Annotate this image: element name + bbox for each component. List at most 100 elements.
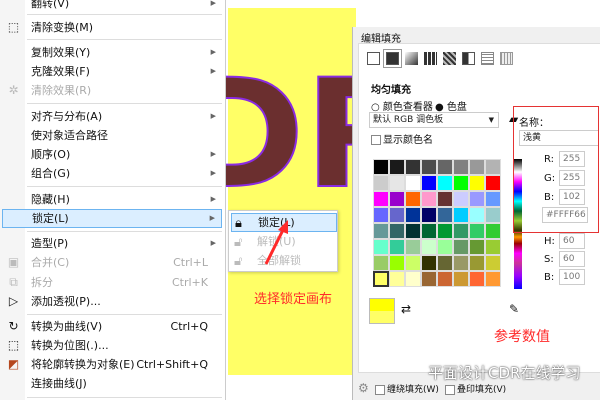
palette-swatch[interactable] bbox=[421, 159, 437, 175]
uniform-fill-icon[interactable] bbox=[383, 49, 402, 68]
palette-swatch[interactable] bbox=[405, 255, 421, 271]
palette-swatch[interactable] bbox=[405, 175, 421, 191]
palette-swatch[interactable] bbox=[485, 223, 501, 239]
menu-item[interactable]: 顺序(O) ▶ bbox=[2, 145, 222, 164]
palette-swatch[interactable] bbox=[421, 255, 437, 271]
palette-swatch[interactable] bbox=[485, 239, 501, 255]
palette-swatch[interactable] bbox=[453, 223, 469, 239]
palette-swatch[interactable] bbox=[485, 191, 501, 207]
palette-swatch[interactable] bbox=[485, 255, 501, 271]
palette-swatch[interactable] bbox=[453, 239, 469, 255]
palette-swatch[interactable] bbox=[405, 191, 421, 207]
palette-swatch[interactable] bbox=[373, 175, 389, 191]
menu-item[interactable]: 造型(P) ▶ bbox=[2, 234, 222, 253]
eyedropper-icon[interactable]: ✎ bbox=[509, 302, 519, 316]
bitmap-pattern-icon[interactable] bbox=[443, 52, 456, 65]
swap-icon[interactable]: ⇄ bbox=[401, 302, 411, 316]
radio-palette[interactable]: ● 色盘 bbox=[435, 98, 467, 113]
palette-swatch[interactable] bbox=[405, 159, 421, 175]
menu-item[interactable]: ⧉ 拆分 Ctrl+K bbox=[2, 273, 222, 292]
palette-swatch[interactable] bbox=[405, 207, 421, 223]
settings-icon[interactable]: ⚙ bbox=[358, 381, 369, 395]
palette-swatch[interactable] bbox=[437, 159, 453, 175]
palette-swatch[interactable] bbox=[389, 239, 405, 255]
menu-item[interactable]: 隐藏(H) ▶ bbox=[2, 190, 222, 209]
palette-swatch[interactable] bbox=[373, 191, 389, 207]
no-fill-icon[interactable] bbox=[367, 52, 380, 65]
palette-swatch[interactable] bbox=[437, 191, 453, 207]
palette-swatch[interactable] bbox=[405, 223, 421, 239]
menu-item[interactable]: 对齐与分布(A) ▶ bbox=[2, 107, 222, 126]
palette-swatch[interactable] bbox=[453, 271, 469, 287]
palette-swatch[interactable] bbox=[373, 159, 389, 175]
menu-item[interactable]: 使对象适合路径 bbox=[2, 126, 222, 145]
palette-swatch[interactable] bbox=[437, 239, 453, 255]
palette-swatch[interactable] bbox=[389, 175, 405, 191]
palette-swatch[interactable] bbox=[485, 175, 501, 191]
palette-swatch[interactable] bbox=[373, 239, 389, 255]
palette-swatch[interactable] bbox=[469, 159, 485, 175]
palette-swatch[interactable] bbox=[421, 223, 437, 239]
palette-swatch[interactable] bbox=[373, 223, 389, 239]
palette-swatch[interactable] bbox=[373, 207, 389, 223]
palette-swatch[interactable] bbox=[469, 223, 485, 239]
palette-swatch[interactable] bbox=[421, 191, 437, 207]
menu-item[interactable]: 克隆效果(F) ▶ bbox=[2, 62, 222, 81]
show-names-checkbox[interactable]: 显示颜色名 bbox=[371, 131, 433, 146]
palette-swatch[interactable] bbox=[421, 175, 437, 191]
palette-swatch[interactable] bbox=[373, 271, 389, 287]
palette-swatch[interactable] bbox=[469, 175, 485, 191]
menu-item[interactable]: ⬚ 清除变换(M) bbox=[2, 18, 222, 37]
palette-swatch[interactable] bbox=[469, 255, 485, 271]
brightness-field[interactable]: 100 bbox=[559, 269, 585, 285]
palette-swatch[interactable] bbox=[389, 207, 405, 223]
palette-swatch[interactable] bbox=[389, 271, 405, 287]
winding-fill-checkbox[interactable]: 缠绕填充(W) bbox=[375, 382, 439, 395]
overprint-fill-checkbox[interactable]: 叠印填充(V) bbox=[445, 382, 506, 395]
palette-swatch[interactable] bbox=[421, 271, 437, 287]
palette-swatch[interactable] bbox=[373, 255, 389, 271]
menu-item[interactable]: ⬚ 转换为位图(.)... bbox=[2, 336, 222, 355]
menu-item[interactable]: ◩ 将轮廓转换为对象(E) Ctrl+Shift+Q bbox=[2, 355, 222, 374]
yellow-page[interactable]: DR 选择锁定画布 bbox=[179, 8, 421, 375]
menu-item[interactable]: 连接曲线(J) bbox=[2, 374, 222, 393]
palette-swatch[interactable] bbox=[485, 271, 501, 287]
palette-swatch[interactable] bbox=[453, 255, 469, 271]
palette-swatch[interactable] bbox=[469, 191, 485, 207]
two-color-pattern-icon[interactable] bbox=[462, 52, 475, 65]
h-field[interactable]: 60 bbox=[559, 233, 585, 249]
radio-color-viewer[interactable]: ○ 颜色查看器 bbox=[371, 98, 433, 113]
palette-swatch[interactable] bbox=[469, 271, 485, 287]
texture-fill-icon[interactable] bbox=[481, 52, 494, 65]
s-field[interactable]: 60 bbox=[559, 251, 585, 267]
menu-item[interactable]: ↻ 转换为曲线(V) Ctrl+Q bbox=[2, 317, 222, 336]
palette-select[interactable]: 默认 RGB 调色板 ▼ bbox=[369, 112, 499, 128]
vector-pattern-icon[interactable] bbox=[424, 52, 437, 65]
palette-swatch[interactable] bbox=[437, 255, 453, 271]
palette-swatch[interactable] bbox=[389, 159, 405, 175]
palette-swatch[interactable] bbox=[437, 207, 453, 223]
palette-swatch[interactable] bbox=[485, 207, 501, 223]
menu-item[interactable]: ▣ 合并(C) Ctrl+L bbox=[2, 253, 222, 272]
palette-swatch[interactable] bbox=[437, 175, 453, 191]
palette-swatch[interactable] bbox=[453, 207, 469, 223]
palette-swatch[interactable] bbox=[437, 271, 453, 287]
palette-swatch[interactable] bbox=[405, 271, 421, 287]
menu-item[interactable]: 锁定(L) ▶ bbox=[2, 209, 222, 228]
palette-swatch[interactable] bbox=[421, 239, 437, 255]
palette-swatch[interactable] bbox=[469, 207, 485, 223]
palette-swatch[interactable] bbox=[469, 239, 485, 255]
gradient-fill-icon[interactable] bbox=[405, 52, 418, 65]
postscript-fill-icon[interactable] bbox=[500, 52, 513, 65]
color-palette-grid[interactable] bbox=[373, 159, 501, 287]
menu-item[interactable]: ▷ 添加透视(P)... bbox=[2, 292, 222, 311]
menu-item[interactable]: 组合(G) ▶ bbox=[2, 164, 222, 183]
palette-swatch[interactable] bbox=[405, 239, 421, 255]
palette-swatch[interactable] bbox=[421, 207, 437, 223]
palette-swatch[interactable] bbox=[389, 191, 405, 207]
menu-item[interactable]: ✲ 清除效果(R) bbox=[2, 81, 222, 100]
palette-swatch[interactable] bbox=[389, 255, 405, 271]
palette-swatch[interactable] bbox=[389, 223, 405, 239]
menu-item[interactable]: 翻转(V) ▶ bbox=[2, 0, 222, 13]
palette-swatch[interactable] bbox=[453, 175, 469, 191]
